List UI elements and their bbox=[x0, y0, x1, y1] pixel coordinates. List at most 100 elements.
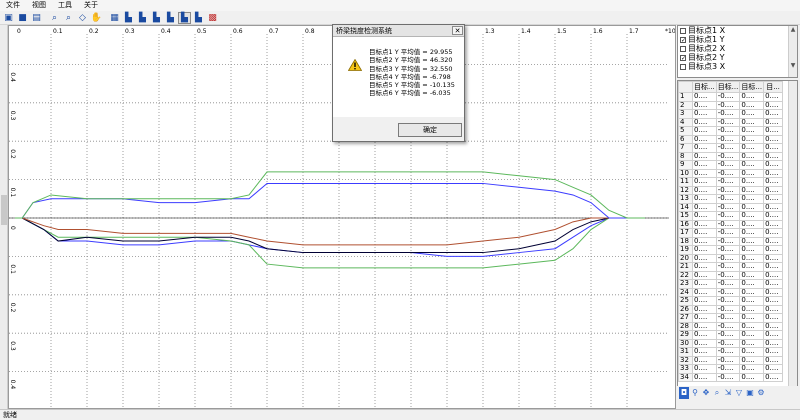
table-cell: 0.... bbox=[692, 321, 717, 331]
table-row[interactable]: 5 0.... -0.... 0.... 0.... bbox=[678, 126, 784, 136]
table-row[interactable]: 11 0.... -0.... 0.... 0.... bbox=[678, 177, 784, 187]
menu-item-0[interactable]: 文件 bbox=[0, 0, 26, 11]
table-row[interactable]: 18 0.... -0.... 0.... 0.... bbox=[678, 236, 784, 246]
zoom-out-icon[interactable]: ⌕ bbox=[62, 12, 75, 24]
table-row[interactable]: 27 0.... -0.... 0.... 0.... bbox=[678, 313, 784, 323]
table-cell: 0.... bbox=[692, 253, 717, 263]
select-icon[interactable]: ◘ bbox=[679, 386, 689, 399]
dialog-messages: 目标点1 Y 平均值 = 29.955 目标点2 Y 平均值 = 46.320 目标… bbox=[369, 48, 455, 98]
column-header[interactable]: 目标... bbox=[692, 81, 717, 93]
menu-item-2[interactable]: 工具 bbox=[52, 0, 78, 11]
chart3-icon[interactable]: ▙ bbox=[150, 12, 163, 24]
zoom-icon[interactable]: ⌕ bbox=[712, 387, 722, 399]
table-row[interactable]: 19 0.... -0.... 0.... 0.... bbox=[678, 245, 784, 255]
table-cell: 0.... bbox=[692, 117, 717, 127]
ok-button[interactable]: 确定 bbox=[398, 123, 462, 137]
dialog-message: 目标点6 Y 平均值 = -6.035 bbox=[369, 89, 451, 98]
legend-scrollbar[interactable]: ▲ ▼ bbox=[788, 26, 797, 77]
table-cell: 12 bbox=[678, 185, 693, 195]
legend-checkbox[interactable] bbox=[680, 27, 686, 34]
table-row[interactable]: 4 0.... -0.... 0.... 0.... bbox=[678, 117, 784, 127]
link-icon[interactable]: ⚲ bbox=[690, 387, 700, 399]
legend-item[interactable]: 目标点2 X bbox=[678, 44, 797, 53]
table-row[interactable]: 7 0.... -0.... 0.... 0.... bbox=[678, 143, 784, 153]
table-row[interactable]: 13 0.... -0.... 0.... 0.... bbox=[678, 194, 784, 204]
open-icon[interactable]: ▣ bbox=[2, 12, 15, 24]
table-row[interactable]: 29 0.... -0.... 0.... 0.... bbox=[678, 330, 784, 340]
table-row[interactable]: 21 0.... -0.... 0.... 0.... bbox=[678, 262, 784, 272]
table-row[interactable]: 10 0.... -0.... 0.... 0.... bbox=[678, 168, 784, 178]
table-cell: 0.... bbox=[739, 211, 765, 221]
table-row[interactable]: 34 0.... -0.... 0.... 0.... bbox=[678, 372, 784, 382]
table-row[interactable]: 15 0.... -0.... 0.... 0.... bbox=[678, 211, 784, 221]
chart5-icon[interactable]: ▙ bbox=[178, 11, 191, 24]
table-cell: -0.... bbox=[715, 364, 741, 374]
legend-item[interactable]: ✓ 目标点1 Y bbox=[678, 35, 797, 44]
table-cell: 0.... bbox=[739, 338, 765, 348]
table-row[interactable]: 31 0.... -0.... 0.... 0.... bbox=[678, 347, 784, 357]
grid-scrollbar[interactable] bbox=[788, 81, 797, 398]
legend-item[interactable]: 目标点1 X bbox=[678, 26, 797, 35]
chart7-icon[interactable]: ▩ bbox=[206, 12, 219, 24]
move-icon[interactable]: ⇲ bbox=[723, 387, 733, 399]
table-cell: 15 bbox=[678, 211, 693, 221]
table-row[interactable]: 30 0.... -0.... 0.... 0.... bbox=[678, 338, 784, 348]
table-cell: 0.... bbox=[763, 185, 784, 195]
table-cell: 0.... bbox=[763, 355, 784, 365]
chart6-icon[interactable]: ▙ bbox=[192, 12, 205, 24]
legend-checkbox[interactable]: ✓ bbox=[680, 36, 686, 43]
column-header[interactable]: 目标... bbox=[739, 81, 765, 93]
table-row[interactable]: 28 0.... -0.... 0.... 0.... bbox=[678, 321, 784, 331]
column-header[interactable]: 目标... bbox=[715, 81, 741, 93]
close-icon[interactable]: ✕ bbox=[452, 26, 463, 35]
table-cell: 0.... bbox=[692, 313, 717, 323]
table-row[interactable]: 14 0.... -0.... 0.... 0.... bbox=[678, 202, 784, 212]
table-row[interactable]: 8 0.... -0.... 0.... 0.... bbox=[678, 151, 784, 161]
pan-icon[interactable]: ◇ bbox=[76, 12, 89, 24]
scroll-thumb[interactable] bbox=[1, 195, 7, 225]
table-cell: 0.... bbox=[763, 372, 784, 382]
table-row[interactable]: 24 0.... -0.... 0.... 0.... bbox=[678, 287, 784, 297]
save-icon[interactable]: ▣ bbox=[745, 387, 755, 399]
table-cell: 0.... bbox=[739, 372, 765, 382]
zoom-in-icon[interactable]: ⌕ bbox=[48, 12, 61, 24]
filter-icon[interactable]: ▽ bbox=[734, 387, 744, 399]
table-row[interactable]: 22 0.... -0.... 0.... 0.... bbox=[678, 270, 784, 280]
chart2-icon[interactable]: ▙ bbox=[136, 12, 149, 24]
table-row[interactable]: 32 0.... -0.... 0.... 0.... bbox=[678, 355, 784, 365]
pan-icon[interactable]: ✥ bbox=[701, 387, 711, 399]
grid-icon[interactable]: ▦ bbox=[108, 12, 121, 24]
column-header[interactable] bbox=[678, 81, 693, 93]
chart4-icon[interactable]: ▙ bbox=[164, 12, 177, 24]
export-icon[interactable]: ▤ bbox=[30, 12, 43, 24]
legend-checkbox[interactable]: ✓ bbox=[680, 54, 686, 61]
table-row[interactable]: 33 0.... -0.... 0.... 0.... bbox=[678, 364, 784, 374]
table-row[interactable]: 26 0.... -0.... 0.... 0.... bbox=[678, 304, 784, 314]
table-row[interactable]: 1 0.... -0.... 0.... 0.... bbox=[678, 92, 784, 102]
table-row[interactable]: 23 0.... -0.... 0.... 0.... bbox=[678, 279, 784, 289]
table-row[interactable]: 25 0.... -0.... 0.... 0.... bbox=[678, 296, 784, 306]
save-icon[interactable]: ■ bbox=[16, 12, 29, 24]
hand-icon[interactable]: ✋ bbox=[90, 12, 103, 24]
table-cell: 0.... bbox=[763, 338, 784, 348]
legend-item[interactable]: 目标点3 X bbox=[678, 62, 797, 71]
legend-checkbox[interactable] bbox=[680, 63, 686, 70]
table-row[interactable]: 20 0.... -0.... 0.... 0.... bbox=[678, 253, 784, 263]
table-row[interactable]: 2 0.... -0.... 0.... 0.... bbox=[678, 100, 784, 110]
table-row[interactable]: 3 0.... -0.... 0.... 0.... bbox=[678, 109, 784, 119]
table-row[interactable]: 17 0.... -0.... 0.... 0.... bbox=[678, 228, 784, 238]
table-cell: -0.... bbox=[715, 143, 741, 153]
settings-icon[interactable]: ⚙ bbox=[756, 387, 766, 399]
table-row[interactable]: 16 0.... -0.... 0.... 0.... bbox=[678, 219, 784, 229]
table-row[interactable]: 6 0.... -0.... 0.... 0.... bbox=[678, 134, 784, 144]
menu-item-3[interactable]: 关于 bbox=[78, 0, 104, 11]
table-cell: 3 bbox=[678, 109, 693, 119]
menu-item-1[interactable]: 视图 bbox=[26, 0, 52, 11]
column-header[interactable]: 目... bbox=[763, 81, 784, 93]
legend-checkbox[interactable] bbox=[680, 45, 686, 52]
legend-item[interactable]: ✓ 目标点2 Y bbox=[678, 53, 797, 62]
vertical-scrollbar[interactable] bbox=[0, 25, 8, 409]
table-row[interactable]: 12 0.... -0.... 0.... 0.... bbox=[678, 185, 784, 195]
chart1-icon[interactable]: ▙ bbox=[122, 12, 135, 24]
table-row[interactable]: 9 0.... -0.... 0.... 0.... bbox=[678, 160, 784, 170]
